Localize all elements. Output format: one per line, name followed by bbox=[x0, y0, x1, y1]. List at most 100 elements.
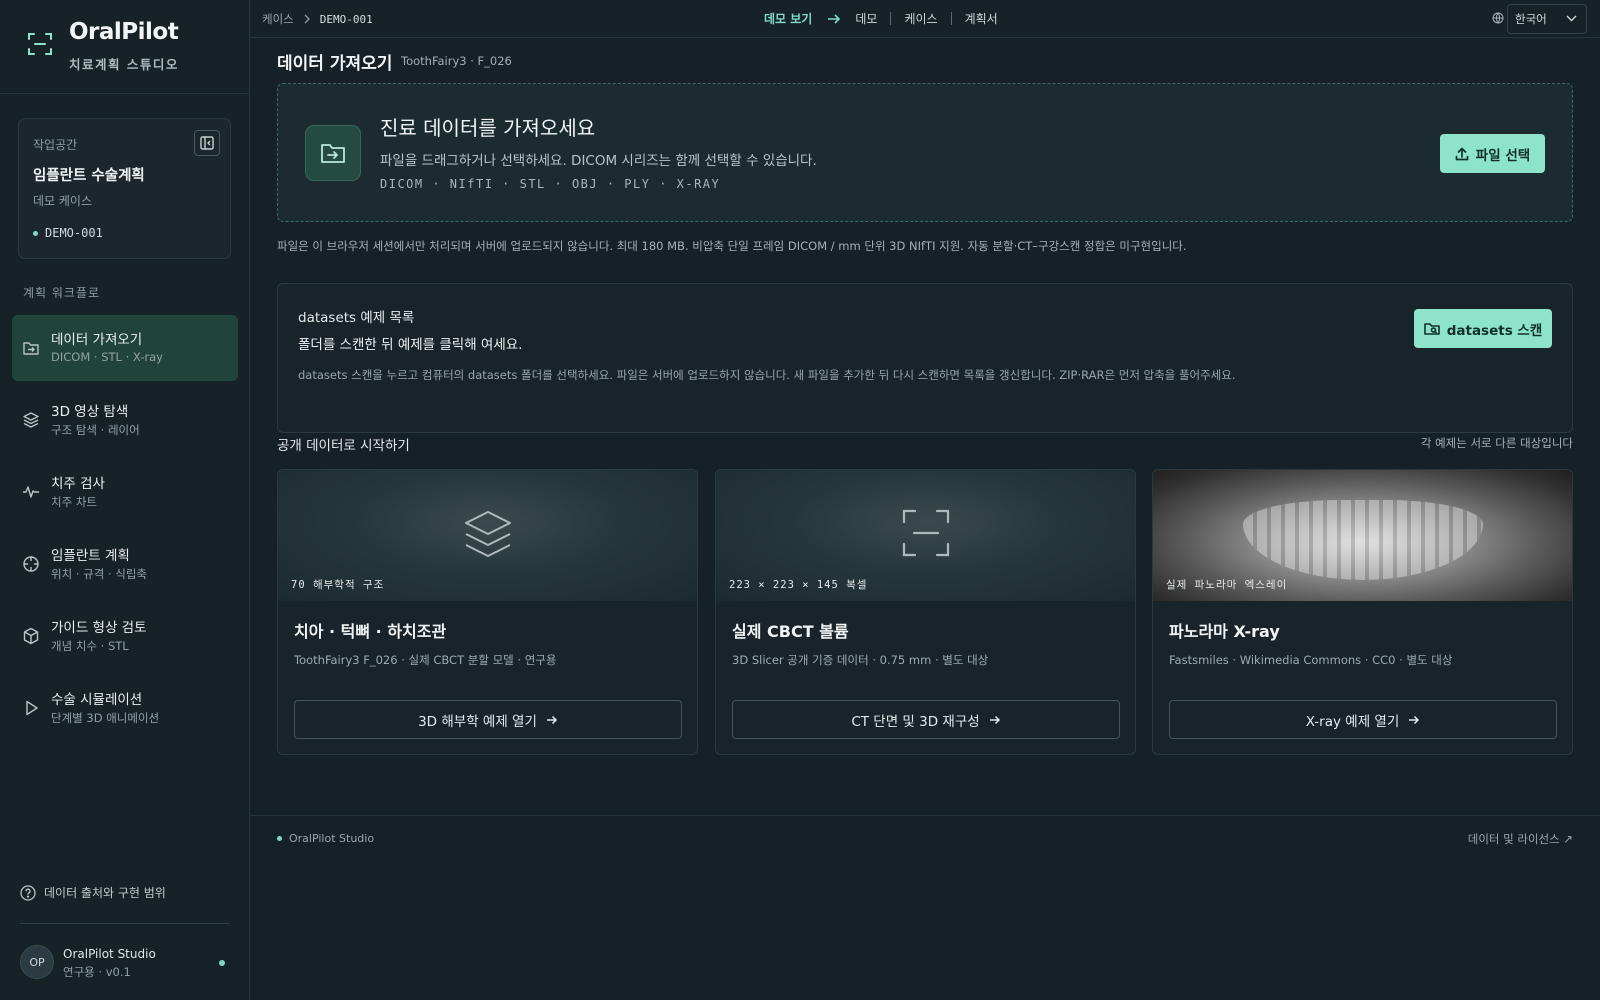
arrow-right-icon bbox=[1409, 715, 1420, 724]
user-version: 연구용 · v0.1 bbox=[63, 965, 131, 979]
case-link[interactable]: 케이스 bbox=[904, 10, 937, 27]
license-link[interactable]: 데이터 및 라이선스 ↗ bbox=[1468, 831, 1573, 847]
demo-link[interactable]: 데모 bbox=[855, 10, 877, 27]
folder-import-icon bbox=[23, 342, 39, 355]
open-anatomy-button[interactable]: 3D 해부학 예제 열기 bbox=[294, 700, 682, 739]
status-dot bbox=[33, 230, 38, 236]
dropzone-icon-box bbox=[305, 125, 361, 181]
select-file-button[interactable]: 파일 선택 bbox=[1440, 134, 1545, 173]
language-value: 한국어 bbox=[1515, 12, 1547, 26]
card-caption: 실제 파노라마 엑스레이 bbox=[1166, 579, 1288, 591]
example-card-xray[interactable]: 실제 파노라마 엑스레이 파노라마 X-ray Fastsmiles · Wik… bbox=[1152, 469, 1573, 755]
panoramic-xray-image: 실제 파노라마 엑스레이 bbox=[1153, 470, 1572, 601]
card-button-label: CT 단면 및 3D 재구성 bbox=[851, 713, 980, 730]
dropzone-description: 파일을 드래그하거나 선택하세요. DICOM 시리즈는 함께 선택할 수 있습… bbox=[380, 153, 817, 169]
sidebar: OralPilot 치료계획 스튜디오 작업공간 임플란트 수술계획 데모 케이… bbox=[0, 0, 250, 1000]
public-data-title: 공개 데이터로 시작하기 bbox=[277, 438, 410, 454]
workspace-card: 작업공간 임플란트 수술계획 데모 케이스 DEMO-001 bbox=[18, 118, 231, 259]
nav-item-guide-review[interactable]: 가이드 형상 검토 개념 치수 · STL bbox=[12, 603, 238, 669]
nav-item-import[interactable]: 데이터 가져오기 DICOM · STL · X-ray bbox=[12, 315, 238, 381]
example-card-cbct[interactable]: 223 × 223 × 145 복셀 실제 CBCT 볼륨 3D Slicer … bbox=[715, 469, 1136, 755]
help-label: 데이터 출처와 구현 범위 bbox=[44, 886, 166, 900]
case-id: DEMO-001 bbox=[33, 226, 103, 240]
data-source-link[interactable]: 데이터 출처와 구현 범위 bbox=[20, 884, 166, 901]
page-subtitle: ToothFairy3 · F_026 bbox=[401, 54, 512, 68]
card-title: 치아 · 턱뼈 · 하치조관 bbox=[294, 622, 447, 641]
nav-separator bbox=[890, 12, 892, 25]
divider bbox=[20, 923, 229, 924]
datasets-subtitle: 폴더를 스캔한 뒤 예제를 클릭해 여세요. bbox=[298, 337, 523, 353]
card-media: 223 × 223 × 145 복셀 bbox=[716, 470, 1135, 601]
nav-item-surgery-sim[interactable]: 수술 시뮬레이션 단계별 3D 애니메이션 bbox=[12, 675, 238, 741]
nav-title: 수술 시뮬레이션 bbox=[51, 692, 143, 708]
layers-icon bbox=[23, 412, 39, 428]
crosshair-icon bbox=[23, 556, 39, 572]
nav-subtitle: 치주 차트 bbox=[51, 495, 97, 509]
nav-subtitle: 구조 탐색 · 레이어 bbox=[51, 423, 140, 437]
arrow-right-icon bbox=[989, 715, 1000, 724]
page-title: 데이터 가져오기 bbox=[277, 54, 393, 74]
workspace-label: 작업공간 bbox=[33, 138, 78, 152]
card-button-label: 3D 해부학 예제 열기 bbox=[418, 713, 537, 730]
card-title: 실제 CBCT 볼륨 bbox=[732, 622, 849, 641]
breadcrumb: 케이스 DEMO-001 bbox=[262, 11, 373, 27]
nav-title: 치주 검사 bbox=[51, 476, 105, 492]
card-button-label: X-ray 예제 열기 bbox=[1305, 713, 1400, 730]
nav-subtitle: DICOM · STL · X-ray bbox=[51, 350, 163, 364]
open-xray-button[interactable]: X-ray 예제 열기 bbox=[1169, 700, 1557, 739]
nav-separator bbox=[950, 12, 952, 25]
breadcrumb-current: DEMO-001 bbox=[319, 12, 373, 26]
cube-icon bbox=[23, 627, 39, 645]
nav-subtitle: 위치 · 규격 · 식립축 bbox=[51, 567, 147, 581]
user-profile[interactable]: OP OralPilot Studio 연구용 · v0.1 bbox=[20, 945, 235, 981]
footer-brand-label: OralPilot Studio bbox=[289, 832, 375, 845]
play-icon bbox=[26, 700, 38, 716]
chevron-down-icon bbox=[1566, 15, 1577, 22]
card-meta: Fastsmiles · Wikimedia Commons · CC0 · 별… bbox=[1169, 653, 1453, 667]
datasets-panel: datasets 예제 목록 폴더를 스캔한 뒤 예제를 클릭해 여세요. da… bbox=[277, 283, 1573, 433]
avatar: OP bbox=[20, 945, 54, 979]
supported-formats: DICOM · NIfTI · STL · OBJ · PLY · X-RAY bbox=[380, 177, 721, 191]
language-select[interactable]: 한국어 bbox=[1507, 4, 1587, 34]
card-meta: ToothFairy3 F_026 · 실제 CBCT 분할 모델 · 연구용 bbox=[294, 653, 557, 667]
plan-link[interactable]: 계획서 bbox=[965, 10, 998, 27]
layers-icon bbox=[464, 511, 511, 557]
workspace-subtitle: 데모 케이스 bbox=[33, 194, 93, 208]
footer-brand: OralPilot Studio bbox=[277, 832, 374, 845]
nav-item-periodontal[interactable]: 치주 검사 치주 차트 bbox=[12, 459, 238, 525]
case-id-label: DEMO-001 bbox=[45, 226, 103, 240]
datasets-title: datasets 예제 목록 bbox=[298, 310, 415, 326]
topbar: 케이스 DEMO-001 데모 보기 데모 케이스 계획서 한국어 bbox=[250, 0, 1600, 38]
example-card-anatomy[interactable]: 70 해부학적 구조 치아 · 턱뼈 · 하치조관 ToothFairy3 F_… bbox=[277, 469, 698, 755]
footer-divider bbox=[250, 815, 1600, 816]
card-caption: 223 × 223 × 145 복셀 bbox=[729, 579, 868, 591]
nav-title: 임플란트 계획 bbox=[51, 548, 130, 564]
brand-subtitle: 치료계획 스튜디오 bbox=[69, 57, 179, 72]
select-file-label: 파일 선택 bbox=[1475, 147, 1531, 164]
scan-icon bbox=[902, 509, 949, 557]
scan-datasets-button[interactable]: datasets 스캔 bbox=[1414, 309, 1552, 348]
brand-header: OralPilot 치료계획 스튜디오 bbox=[0, 0, 250, 94]
scan-logo-icon bbox=[28, 33, 52, 55]
nav-title: 가이드 형상 검토 bbox=[51, 620, 147, 636]
nav-subtitle: 단계별 3D 애니메이션 bbox=[51, 711, 160, 725]
sidebar-collapse-icon bbox=[200, 136, 214, 150]
collapse-sidebar-button[interactable] bbox=[194, 130, 220, 156]
demo-view-link[interactable]: 데모 보기 bbox=[764, 10, 812, 27]
nav-title: 데이터 가져오기 bbox=[51, 332, 143, 348]
card-title: 파노라마 X-ray bbox=[1169, 622, 1280, 641]
nav-item-implant-plan[interactable]: 임플란트 계획 위치 · 규격 · 식립축 bbox=[12, 531, 238, 597]
privacy-note: 파일은 이 브라우저 세션에서만 처리되며 서버에 업로드되지 않습니다. 최대… bbox=[277, 239, 1187, 253]
top-navigation: 데모 보기 데모 케이스 계획서 bbox=[764, 10, 998, 27]
help-circle-icon bbox=[20, 884, 36, 901]
chevron-right-icon bbox=[304, 14, 310, 24]
arrow-right-icon bbox=[828, 13, 841, 24]
online-status-dot bbox=[219, 960, 225, 966]
nav-item-3d-explore[interactable]: 3D 영상 탐색 구조 탐색 · 레이어 bbox=[12, 387, 238, 453]
card-caption: 70 해부학적 구조 bbox=[291, 579, 385, 591]
breadcrumb-cases[interactable]: 케이스 bbox=[262, 11, 294, 27]
file-dropzone[interactable]: 진료 데이터를 가져오세요 파일을 드래그하거나 선택하세요. DICOM 시리… bbox=[277, 83, 1573, 222]
scan-datasets-label: datasets 스캔 bbox=[1446, 322, 1543, 339]
open-ct-button[interactable]: CT 단면 및 3D 재구성 bbox=[732, 700, 1120, 739]
card-meta: 3D Slicer 공개 기증 데이터 · 0.75 mm · 별도 대상 bbox=[732, 653, 989, 667]
